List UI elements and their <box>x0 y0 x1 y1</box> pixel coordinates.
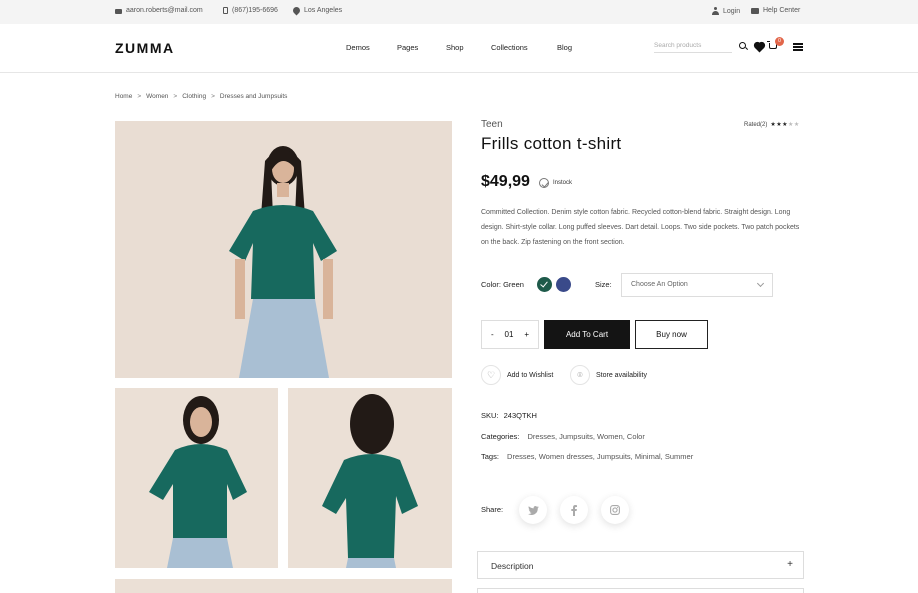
top-bar: aaron.roberts@mail.com (867)195-6696 Los… <box>0 0 918 24</box>
location: Los Angeles <box>291 5 343 16</box>
quantity-increase-button[interactable]: + <box>524 330 529 339</box>
sku-row: SKU: 243QTKH <box>481 411 537 420</box>
search-icon[interactable] <box>739 42 746 49</box>
product-thumbnail-image[interactable] <box>115 388 278 568</box>
star-icon: ★ <box>788 122 794 128</box>
next-accordion[interactable] <box>477 588 804 593</box>
twitter-icon[interactable] <box>519 496 547 524</box>
hamburger-menu-icon[interactable] <box>793 43 803 51</box>
tags-value[interactable]: Dresses, Women dresses, Jumpsuits, Minim… <box>507 452 693 461</box>
user-icon <box>712 7 719 15</box>
star-icon: ★ <box>793 122 800 128</box>
location-pin-icon <box>291 5 302 16</box>
tags-label: Tags: <box>481 452 499 461</box>
product-brand[interactable]: Teen <box>481 119 503 130</box>
stock-text: Instock <box>553 180 573 186</box>
size-select-value: Choose An Option <box>631 281 688 288</box>
store-availability-link[interactable]: ⌾ Store availability <box>570 365 647 385</box>
breadcrumb-current: Dresses and Jumpsuits <box>219 93 288 100</box>
product-main-image[interactable] <box>115 121 452 378</box>
breadcrumb-clothing[interactable]: Clothing <box>182 93 206 100</box>
product-rating: Rated(2) ★ ★ ★ ★ ★ <box>744 122 799 128</box>
phone-contact[interactable]: (867)195-6696 <box>223 7 278 14</box>
email-text: aaron.roberts@mail.com <box>126 7 203 14</box>
facebook-icon[interactable] <box>560 496 588 524</box>
star-icon: ★ <box>770 122 776 128</box>
breadcrumb-separator: > <box>137 93 142 100</box>
categories-row: Categories: Dresses, Jumpsuits, Women, C… <box>481 432 645 441</box>
cart-count-badge: 0 <box>775 37 784 46</box>
product-thumbnail-image[interactable] <box>115 579 452 593</box>
nav-blog[interactable]: Blog <box>557 43 572 52</box>
share-label: Share: <box>481 505 504 514</box>
login-text: Login <box>723 7 741 15</box>
location-icon: ⌾ <box>570 365 590 385</box>
plus-icon: + <box>787 559 793 570</box>
nav-shop[interactable]: Shop <box>446 43 464 52</box>
color-swatch-blue[interactable] <box>556 277 571 292</box>
color-label: Color: Green <box>481 280 524 289</box>
nav-pages[interactable]: Pages <box>397 43 418 52</box>
size-select[interactable]: Choose An Option <box>621 273 773 297</box>
wishlist-icon[interactable] <box>754 42 765 53</box>
quantity-stepper: - 01 + <box>481 320 539 349</box>
breadcrumb-separator: > <box>211 93 215 100</box>
color-swatch-green[interactable] <box>537 277 552 292</box>
phone-text: (867)195-6696 <box>232 7 278 14</box>
email-contact[interactable]: aaron.roberts@mail.com <box>115 7 203 14</box>
store-text: Store availability <box>596 371 647 379</box>
main-header: ZUMMA Demos Pages Shop Collections Blog … <box>0 24 918 73</box>
instagram-icon[interactable] <box>601 496 629 524</box>
sku-label: SKU: <box>481 411 499 420</box>
quantity-decrease-button[interactable]: - <box>491 330 494 339</box>
stock-status: Instock <box>539 178 572 188</box>
help-text: Help Center <box>763 7 801 14</box>
chat-icon <box>751 7 759 14</box>
accordion-title: Description <box>491 561 534 571</box>
breadcrumb: Home > Women > Clothing > Dresses and Ju… <box>115 93 287 100</box>
size-label: Size: <box>595 280 612 289</box>
help-center-link[interactable]: Help Center <box>751 7 800 14</box>
mail-icon <box>115 8 122 14</box>
check-circle-icon <box>539 178 549 188</box>
star-icon: ★ <box>776 122 782 128</box>
nav-demos[interactable]: Demos <box>346 43 370 52</box>
description-accordion[interactable]: Description + <box>477 551 804 579</box>
add-to-cart-button[interactable]: Add To Cart <box>544 320 630 349</box>
product-title: Frills cotton t-shirt <box>481 134 622 153</box>
product-price: $49,99 <box>481 173 530 190</box>
login-link[interactable]: Login <box>712 7 740 15</box>
buy-now-button[interactable]: Buy now <box>635 320 708 349</box>
location-text: Los Angeles <box>304 7 343 14</box>
breadcrumb-women[interactable]: Women <box>146 93 168 100</box>
search-input[interactable]: Search products <box>654 39 732 53</box>
star-icon: ★ <box>782 122 788 128</box>
rating-label: Rated(2) <box>744 122 768 128</box>
breadcrumb-separator: > <box>173 93 178 100</box>
categories-label: Categories: <box>481 432 520 441</box>
add-to-wishlist-link[interactable]: ♡ Add to Wishlist <box>481 365 553 385</box>
heart-outline-icon: ♡ <box>481 365 501 385</box>
sku-value: 243QTKH <box>503 411 537 420</box>
product-thumbnail-image[interactable] <box>288 388 452 568</box>
quantity-value[interactable]: 01 <box>505 330 514 339</box>
product-description: Committed Collection. Denim style cotton… <box>481 209 800 246</box>
logo[interactable]: ZUMMA <box>115 40 175 56</box>
phone-icon <box>223 7 228 14</box>
breadcrumb-home[interactable]: Home <box>115 93 132 100</box>
chevron-down-icon <box>756 279 765 288</box>
tags-row: Tags: Dresses, Women dresses, Jumpsuits,… <box>481 452 693 461</box>
rating-stars: ★ ★ ★ ★ ★ <box>770 122 799 128</box>
wishlist-text: Add to Wishlist <box>507 371 554 379</box>
categories-value[interactable]: Dresses, Jumpsuits, Women, Color <box>527 432 644 441</box>
nav-collections[interactable]: Collections <box>491 43 528 52</box>
